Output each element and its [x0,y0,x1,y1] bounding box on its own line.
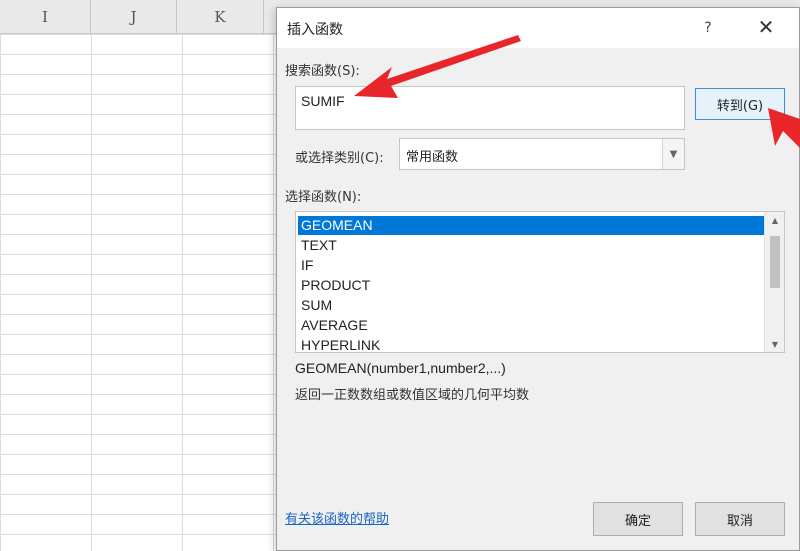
function-help-link[interactable]: 有关该函数的帮助 [285,508,389,527]
function-item-text[interactable]: TEXT [298,236,764,255]
function-description: 返回一正数数组或数值区域的几何平均数 [295,388,530,403]
goto-button[interactable]: 转到(G) [695,88,785,120]
dialog-title: 插入函数 [287,22,343,38]
close-icon[interactable]: ✕ [753,14,779,40]
help-icon[interactable]: ? [697,16,719,40]
column-header-j[interactable]: J [91,0,177,34]
category-select[interactable]: 常用函数 ▼ [399,138,685,170]
function-item-product[interactable]: PRODUCT [298,276,764,295]
column-header-k[interactable]: K [177,0,264,34]
search-function-input[interactable]: SUMIF [295,86,685,130]
function-signature: GEOMEAN(number1,number2,...) [295,360,506,376]
function-item-if[interactable]: IF [298,256,764,275]
search-function-label: 搜索函数(S): [285,64,360,79]
function-item-average[interactable]: AVERAGE [298,316,764,335]
function-item-hyperlink[interactable]: HYPERLINK [298,336,764,352]
select-function-label: 选择函数(N): [285,190,362,205]
category-label: 或选择类别(C): [295,151,384,166]
chevron-down-icon[interactable]: ▼ [765,336,784,352]
category-value: 常用函数 [406,150,459,165]
function-list[interactable]: GEOMEAN TEXT IF PRODUCT SUM AVERAGE HYPE… [295,211,785,353]
scrollbar-thumb[interactable] [770,236,780,288]
function-item-geomean[interactable]: GEOMEAN [298,216,764,235]
ok-button[interactable]: 确定 [593,502,683,536]
function-list-scrollbar[interactable]: ▲ ▼ [764,212,784,352]
cancel-button[interactable]: 取消 [695,502,785,536]
function-item-sum[interactable]: SUM [298,296,764,315]
column-header-i[interactable]: I [0,0,91,34]
chevron-down-icon[interactable]: ▼ [662,139,684,169]
insert-function-dialog: 插入函数 ? ✕ 搜索函数(S): SUMIF 转到(G) 或选择类别(C): … [276,7,800,551]
chevron-up-icon[interactable]: ▲ [765,212,784,228]
dialog-titlebar[interactable]: 插入函数 ? ✕ [277,8,799,48]
